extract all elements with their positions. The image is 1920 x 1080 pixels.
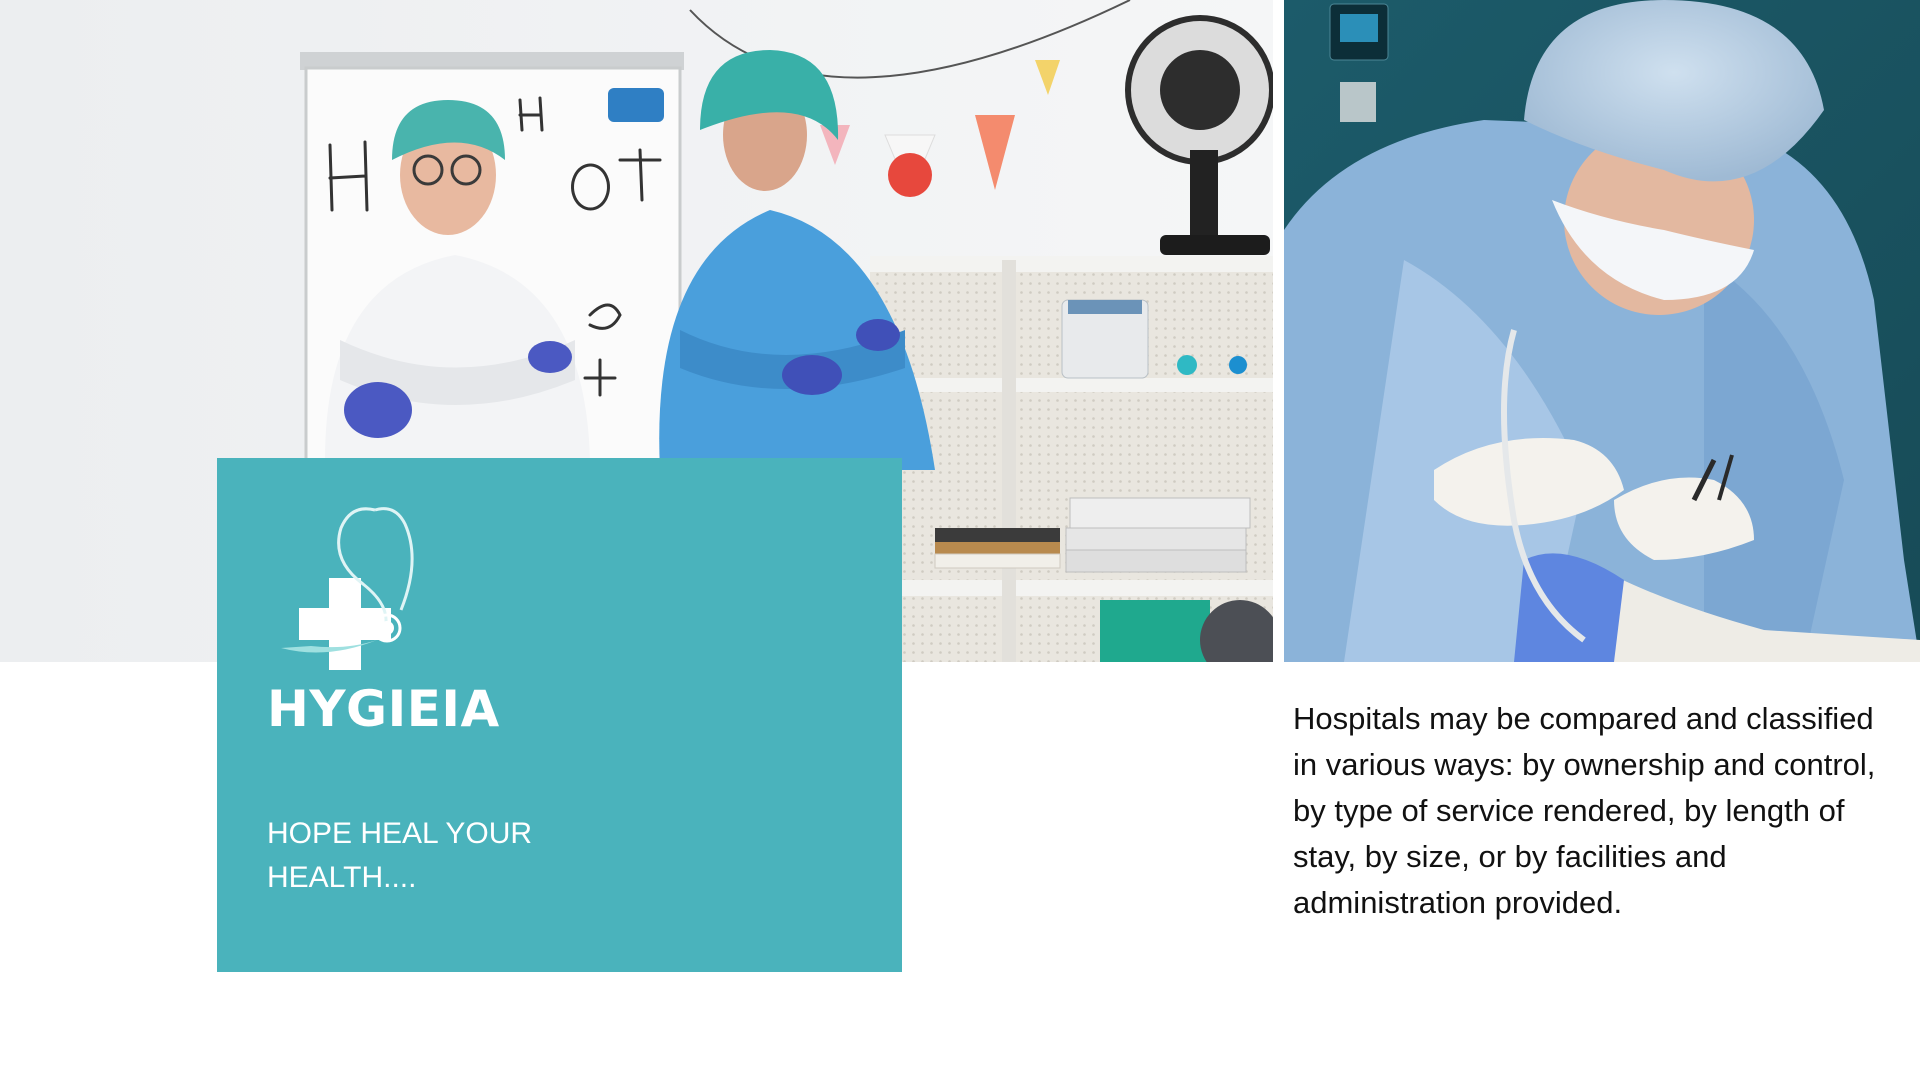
brand-card: HYGIEIA HOPE HEAL YOUR HEALTH....: [217, 458, 902, 972]
brand-tagline: HOPE HEAL YOUR HEALTH....: [267, 817, 533, 894]
medical-cross-stethoscope-icon: [267, 500, 427, 680]
surgeon-photo: [1284, 0, 1920, 662]
slide: HYGIEIA HOPE HEAL YOUR HEALTH.... Hospit…: [0, 0, 1920, 1080]
description-text: Hospitals may be compared and classified…: [1293, 701, 1876, 920]
brand-name: HYGIEIA: [267, 680, 500, 738]
